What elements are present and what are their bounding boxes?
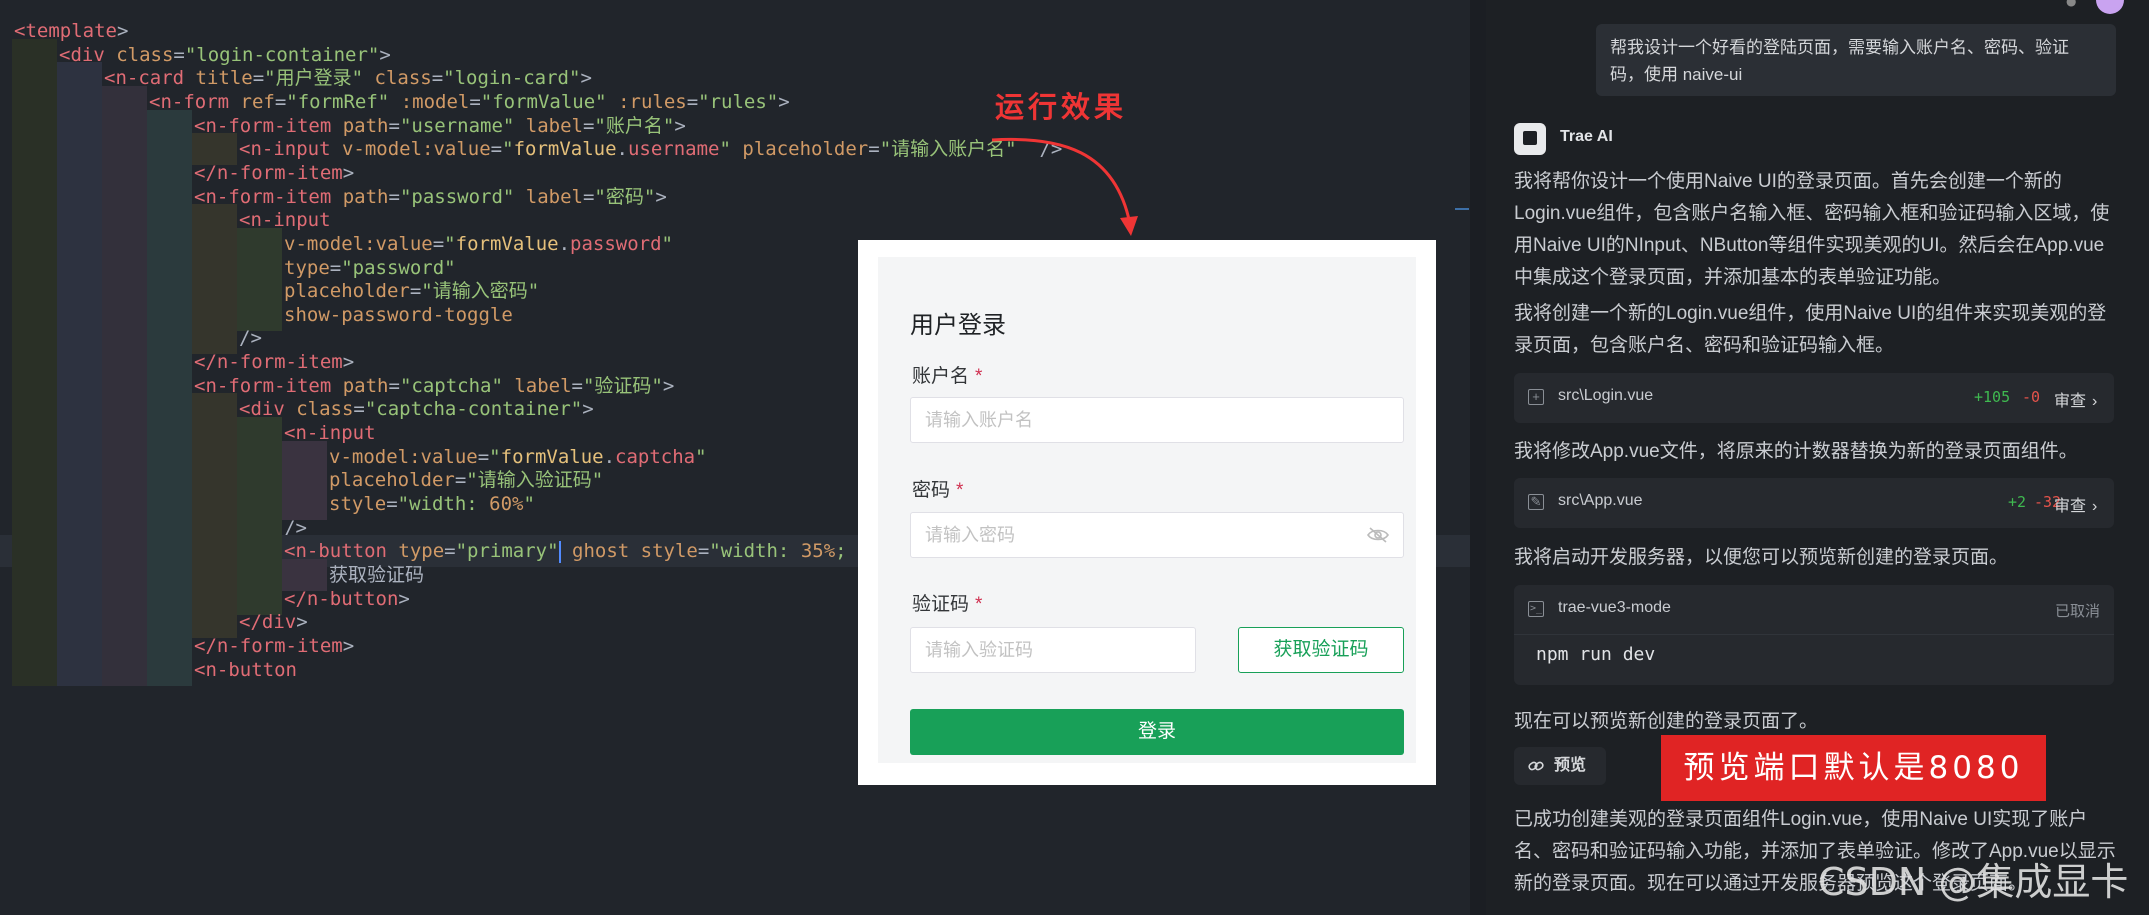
diff-deletions: -0 [2022,388,2041,406]
annotation-arrow-icon [991,137,1138,236]
card-title: 用户登录 [910,312,1006,339]
terminal-status: 已取消 [2054,603,2100,620]
review-button[interactable]: 审查 › [2054,387,2097,411]
ai-chat-panel: ● 帮我设计一个好看的登陆页面，需要输入账户名、密码、验证码，使用 naive-… [1486,0,2149,915]
eye-off-icon[interactable] [1367,526,1389,544]
csdn-watermark: CSDN @集成显卡 [1818,860,2129,904]
ai-paragraph: 现在可以预览新创建的登录页面了。 [1514,711,1819,732]
terminal-command: npm run dev [1536,644,1656,665]
username-input[interactable]: 请输入账户名 [910,397,1404,443]
ai-paragraph: 我将帮你设计一个使用Naive UI的登录页面。首先会创建一个新的Login.v… [1514,171,2110,288]
chevron-right-icon: › [2092,393,2098,410]
file-name: src\App.vue [1558,492,1643,509]
indent-guide [12,653,57,686]
username-label: 账户名 * [912,366,983,387]
annotation-port-note: 预览端口默认是8080 [1661,735,2046,801]
file-name: src\Login.vue [1558,387,1654,404]
required-mark: * [975,366,983,387]
indent-guide [147,653,192,686]
captcha-input[interactable]: 请输入验证码 [910,627,1196,673]
password-input[interactable]: 请输入密码 [910,512,1404,558]
editor-divider [1470,0,1486,915]
ai-paragraph: 我将启动开发服务器，以便您可以预览新创建的登录页面。 [1514,547,2009,568]
required-mark: * [956,480,964,501]
indent-guide [102,653,147,686]
login-card: 用户登录 账户名 * 请输入账户名 密码 * 请输入密码 验证码 * 请输入验证码 获… [878,257,1416,763]
required-mark: * [975,594,983,615]
code-token: <n-button [194,658,297,681]
ai-paragraph: 我将修改App.vue文件，将原来的计数器替换为新的登录页面组件。 [1514,441,2078,462]
terminal-header: >_ trae-vue3-mode 已取消 [1514,585,2114,635]
user-message: 帮我设计一个好看的登陆页面，需要输入账户名、密码、验证码，使用 naive-ui [1596,24,2116,96]
terminal-block: >_ trae-vue3-mode 已取消 npm run dev [1514,585,2114,685]
ai-paragraph: 我将创建一个新的Login.vue组件，使用Naive UI的组件来实现美观的登… [1514,303,2107,356]
chevron-right-icon: › [2092,498,2098,515]
code-text: <n-button [192,654,297,686]
file-edit-icon: ✎ [1528,494,1544,510]
get-captcha-button[interactable]: 获取验证码 [1238,627,1404,673]
ai-name: Trae AI [1560,128,1613,145]
scrollbar-marker [1455,208,1469,210]
trae-ai-avatar [1514,123,1546,155]
captcha-label: 验证码 * [912,594,983,615]
file-change-login-vue[interactable]: + src\Login.vue +105 -0 审查 › [1514,373,2114,423]
file-change-app-vue[interactable]: ✎ src\App.vue +2 -32 审查 › [1514,478,2114,528]
diff-additions: +105 [1974,388,2011,406]
review-button[interactable]: 审查 › [2054,492,2097,516]
annotation-title: 运行效果 [995,90,1128,124]
login-button[interactable]: 登录 [910,709,1404,755]
diff-additions: +2 [2008,493,2027,511]
link-icon [1528,761,1544,771]
terminal-icon: >_ [1528,601,1544,617]
menu-dot-icon[interactable]: ● [2066,0,2078,8]
password-label: 密码 * [912,480,964,501]
file-add-icon: + [1528,389,1544,405]
user-avatar[interactable] [2096,0,2124,14]
indent-guide [57,653,102,686]
login-preview-window: 用户登录 账户名 * 请输入账户名 密码 * 请输入密码 验证码 * 请输入验证码 获… [858,240,1436,785]
preview-button[interactable]: 预览 [1514,747,1606,785]
terminal-name: trae-vue3-mode [1558,599,1671,616]
